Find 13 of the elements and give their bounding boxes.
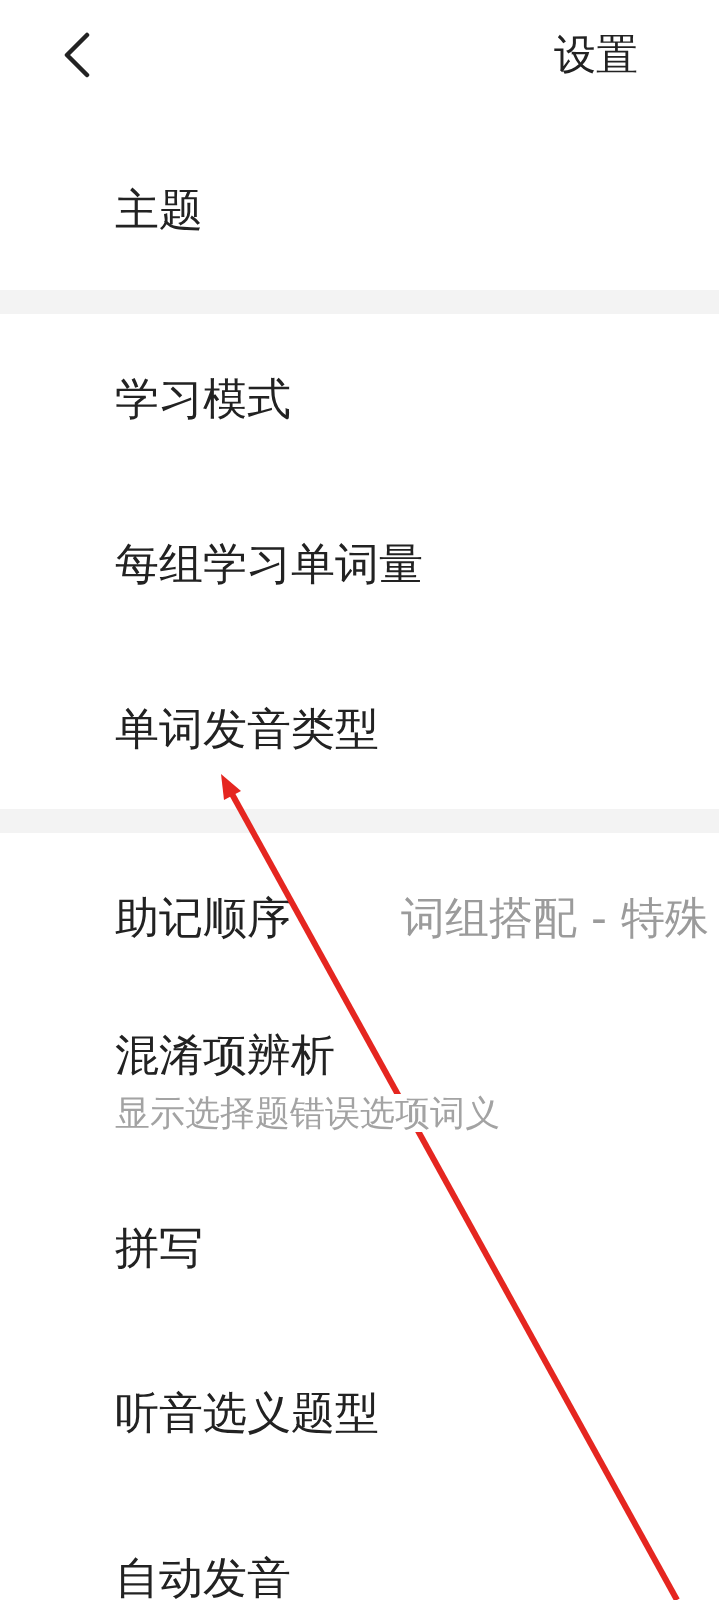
setting-value: 词组搭配 - 特殊 (401, 895, 709, 940)
setting-label[interactable]: 拼写 (115, 1225, 203, 1270)
page-title: 设置 (554, 32, 638, 78)
setting-label[interactable]: 单词发音类型 (115, 706, 379, 751)
back-icon[interactable] (63, 32, 91, 78)
setting-label[interactable]: 混淆项辨析 (115, 1033, 335, 1077)
setting-label[interactable]: 主题 (115, 187, 203, 232)
setting-label[interactable]: 听音选义题型 (115, 1390, 379, 1435)
setting-label[interactable]: 助记顺序 (115, 895, 401, 940)
setting-label[interactable]: 每组学习单词量 (115, 541, 423, 586)
setting-label[interactable]: 自动发音 (115, 1555, 291, 1600)
setting-description: 显示选择题错误选项词义 (115, 1094, 500, 1132)
setting-label[interactable]: 学习模式 (115, 376, 291, 421)
